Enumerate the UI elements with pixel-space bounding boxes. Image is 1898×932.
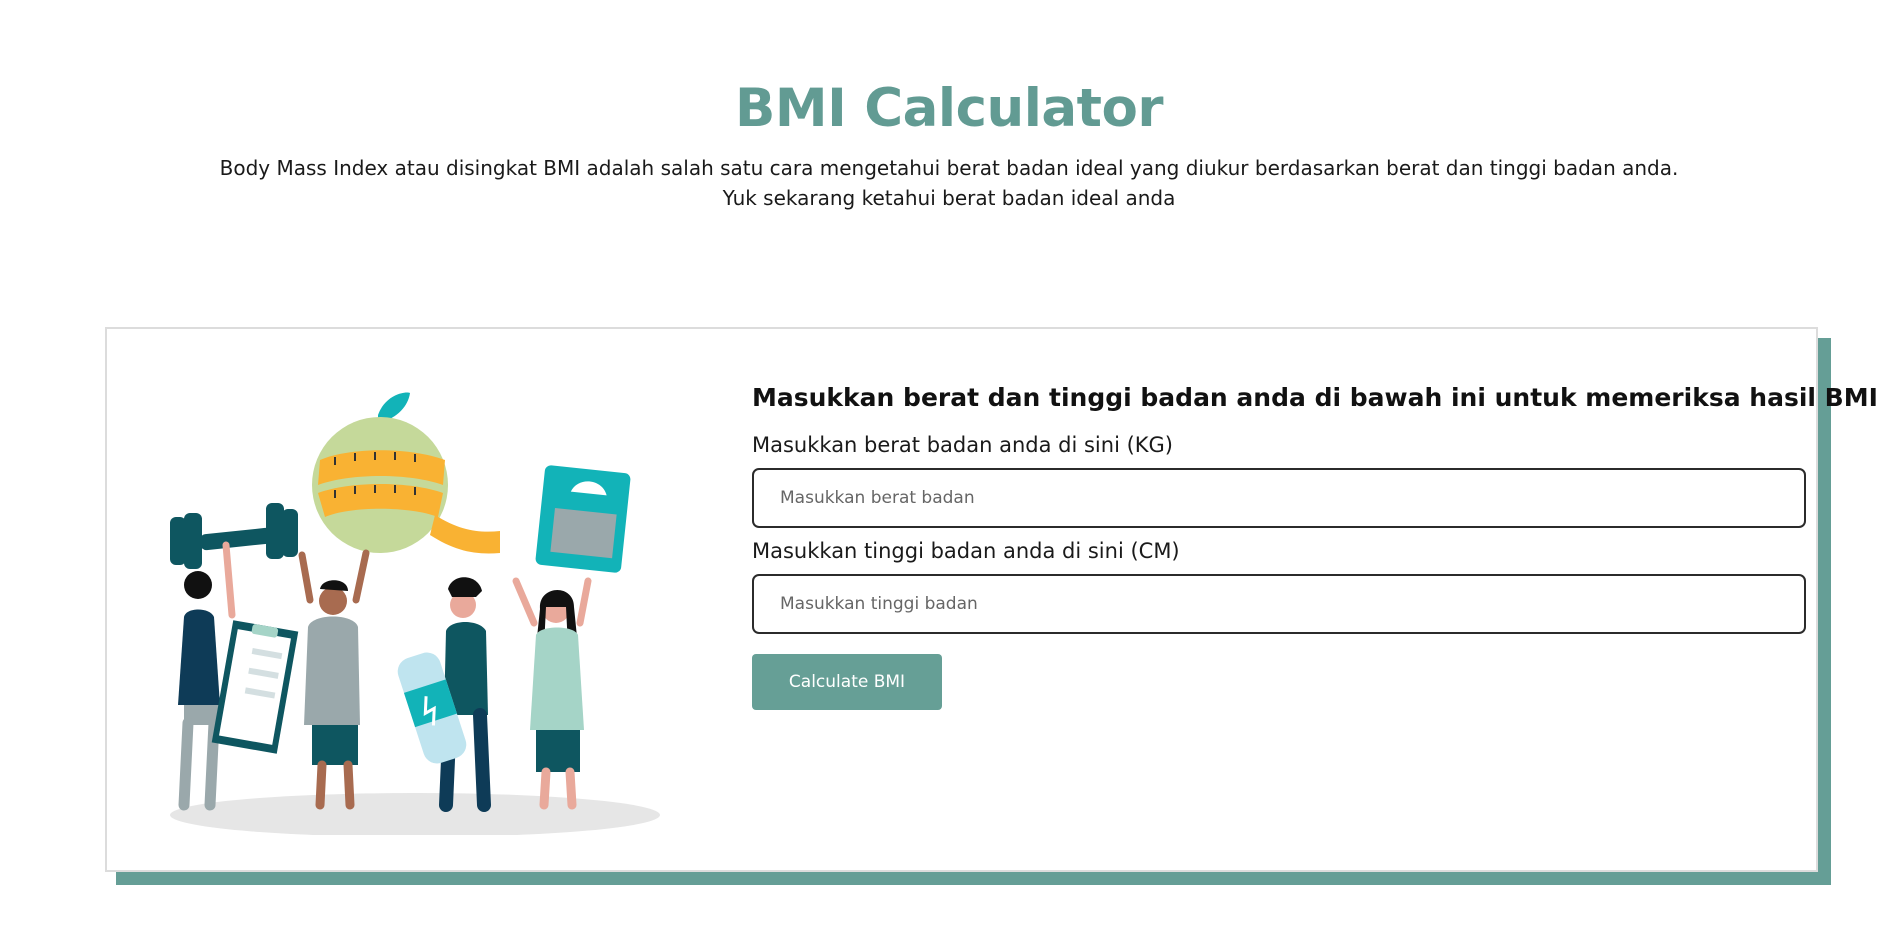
weight-label: Masukkan berat badan anda di sini (KG) bbox=[752, 433, 1174, 457]
intro-line-2: Yuk sekarang ketahui berat badan ideal a… bbox=[722, 186, 1176, 210]
apple-icon bbox=[312, 392, 500, 554]
fitness-illustration bbox=[170, 392, 660, 835]
person-apple bbox=[298, 549, 370, 810]
weight-input[interactable] bbox=[752, 468, 1806, 528]
height-label: Masukkan tinggi badan anda di sini (CM) bbox=[752, 539, 1180, 563]
ground-shadow bbox=[170, 793, 660, 835]
form-heading: Masukkan berat dan tinggi badan anda di … bbox=[752, 383, 1878, 412]
height-input[interactable] bbox=[752, 574, 1806, 634]
page-title: BMI Calculator bbox=[734, 78, 1164, 139]
scale-icon bbox=[535, 465, 631, 573]
person-scale bbox=[512, 577, 592, 810]
bmi-form: Masukkan berat dan tinggi badan anda di … bbox=[752, 380, 1878, 710]
person-bottle bbox=[397, 577, 491, 812]
person-clipboard bbox=[178, 541, 299, 811]
intro-text: Body Mass Index atau disingkat BMI adala… bbox=[0, 153, 1898, 213]
dumbbell-icon bbox=[170, 503, 298, 569]
intro-line-1: Body Mass Index atau disingkat BMI adala… bbox=[219, 156, 1679, 180]
calculate-bmi-button[interactable]: Calculate BMI bbox=[752, 654, 942, 710]
